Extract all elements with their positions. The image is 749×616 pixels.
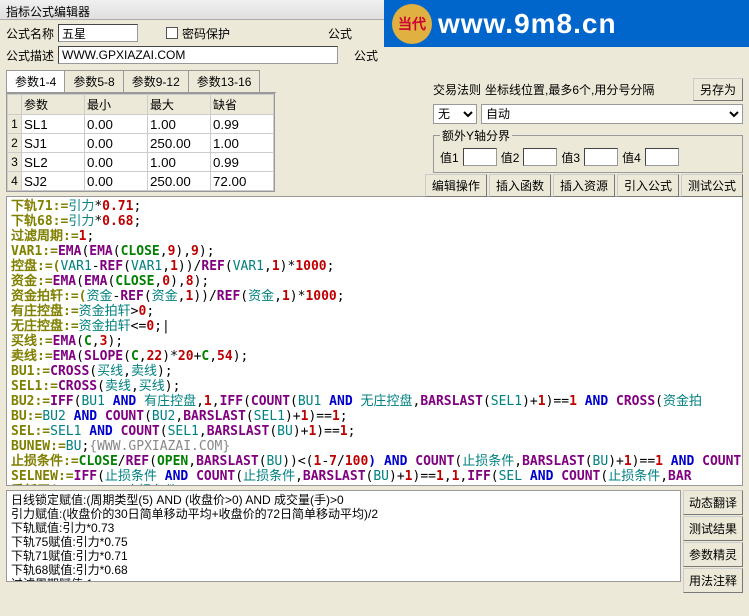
param-max-input[interactable]: [150, 154, 208, 170]
col-name: 参数: [22, 95, 85, 115]
col-max: 最大: [148, 95, 211, 115]
extra-y-axis-fieldset: 额外Y轴分界 值1 值2 值3 值4: [433, 127, 743, 173]
value2-input[interactable]: [523, 148, 557, 166]
output-line: 下轨68赋值:引力*0.68: [11, 563, 676, 577]
param-tabs: 参数1-4 参数5-8 参数9-12 参数13-16: [6, 70, 276, 93]
tab-params-5-8[interactable]: 参数5-8: [64, 70, 123, 92]
param-name-input[interactable]: [24, 116, 82, 132]
output-panel[interactable]: 日线锁定赋值:(周期类型(5) AND (收盘价>0) AND 成交量(手)>0…: [6, 490, 681, 582]
output-line: 下轨71赋值:引力*0.71: [11, 549, 676, 563]
col-default: 缺省: [211, 95, 274, 115]
col-min: 最小: [85, 95, 148, 115]
tab-params-13-16[interactable]: 参数13-16: [188, 70, 261, 92]
usage-notes-button[interactable]: 用法注释: [683, 568, 743, 593]
param-name-input[interactable]: [24, 154, 82, 170]
extra-label-1: 公式: [328, 25, 352, 42]
insert-res-button[interactable]: 插入资源: [553, 174, 615, 197]
dynamic-translate-button[interactable]: 动态翻译: [683, 490, 743, 515]
param-min-input[interactable]: [87, 173, 145, 189]
param-max-input[interactable]: [150, 116, 208, 132]
value1-input[interactable]: [463, 148, 497, 166]
trade-rule-label: 交易法则: [433, 81, 481, 98]
param-grid: 参数最小最大缺省 1 2 3 4: [6, 93, 275, 192]
param-def-input[interactable]: [213, 135, 271, 151]
table-row: 1: [8, 115, 274, 134]
param-wizard-button[interactable]: 参数精灵: [683, 542, 743, 567]
formula-desc-input[interactable]: [58, 46, 338, 64]
value2-label: 值2: [501, 149, 520, 166]
param-min-input[interactable]: [87, 135, 145, 151]
tab-params-1-4[interactable]: 参数1-4: [6, 70, 65, 92]
table-row: 4: [8, 172, 274, 191]
param-max-input[interactable]: [150, 173, 208, 189]
rule-select-1[interactable]: 无: [433, 104, 477, 124]
logo-badge: 当代: [392, 4, 432, 44]
value3-label: 值3: [561, 149, 580, 166]
fieldset-legend: 额外Y轴分界: [440, 127, 512, 144]
param-max-input[interactable]: [150, 135, 208, 151]
table-row: 3: [8, 153, 274, 172]
formula-name-input[interactable]: [58, 24, 138, 42]
param-def-input[interactable]: [213, 154, 271, 170]
tab-params-9-12[interactable]: 参数9-12: [123, 70, 189, 92]
coord-hint: 坐标线位置,最多6个,用分号分隔: [485, 81, 689, 98]
output-line: 过滤周期赋值:1: [11, 577, 676, 582]
value3-input[interactable]: [584, 148, 618, 166]
extra-label-2: 公式: [354, 47, 378, 64]
output-line: 日线锁定赋值:(周期类型(5) AND (收盘价>0) AND 成交量(手)>0: [11, 493, 676, 507]
output-line: 下轨75赋值:引力*0.75: [11, 535, 676, 549]
window-title: 指标公式编辑器: [6, 5, 90, 19]
edit-ops-button[interactable]: 编辑操作: [425, 174, 487, 197]
formula-desc-label: 公式描述: [6, 47, 54, 64]
save-as-button[interactable]: 另存为: [693, 78, 743, 101]
formula-name-label: 公式名称: [6, 25, 54, 42]
param-min-input[interactable]: [87, 116, 145, 132]
password-checkbox[interactable]: [166, 27, 178, 39]
param-name-input[interactable]: [24, 135, 82, 151]
value1-label: 值1: [440, 149, 459, 166]
param-name-input[interactable]: [24, 173, 82, 189]
insert-func-button[interactable]: 插入函数: [489, 174, 551, 197]
code-editor[interactable]: 下轨71:=引力*0.71; 下轨68:=引力*0.68; 过滤周期:=1; V…: [6, 196, 743, 486]
rule-select-2[interactable]: 自动: [481, 104, 743, 124]
param-def-input[interactable]: [213, 173, 271, 189]
param-min-input[interactable]: [87, 154, 145, 170]
password-label: 密码保护: [182, 25, 230, 42]
value4-input[interactable]: [645, 148, 679, 166]
table-row: 2: [8, 134, 274, 153]
output-line: 下轨赋值:引力*0.73: [11, 521, 676, 535]
output-line: 引力赋值:(收盘价的30日简单移动平均+收盘价的72日简单移动平均)/2: [11, 507, 676, 521]
param-def-input[interactable]: [213, 116, 271, 132]
value4-label: 值4: [622, 149, 641, 166]
import-formula-button[interactable]: 引入公式: [617, 174, 679, 197]
test-result-button[interactable]: 测试结果: [683, 516, 743, 541]
logo-text: www.9m8.cn: [438, 8, 617, 40]
test-formula-button[interactable]: 测试公式: [681, 174, 743, 197]
watermark-banner: 当代 www.9m8.cn: [384, 0, 749, 47]
